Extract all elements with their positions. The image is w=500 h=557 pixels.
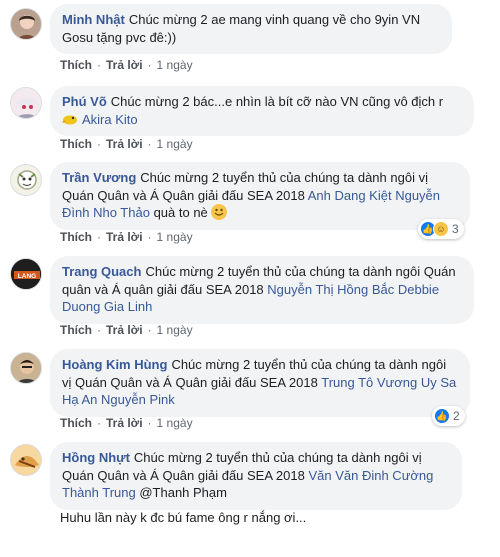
separator: · <box>97 416 101 430</box>
like-button[interactable]: Thích <box>60 58 92 72</box>
like-button[interactable]: Thích <box>60 416 92 430</box>
reply-button[interactable]: Trả lời <box>106 137 143 151</box>
comment-time[interactable]: 1 ngày <box>157 416 193 430</box>
comment-bubble: Hoàng Kim Hùng Chúc mừng 2 tuyển thủ của … <box>50 349 470 417</box>
comment-suffix: @Thanh Phạm <box>139 485 227 500</box>
separator: · <box>147 230 152 244</box>
comment-author[interactable]: Trang Quach <box>62 264 141 279</box>
reply-button[interactable]: Trả lời <box>106 323 143 337</box>
comment-bubble: Phú Võ Chúc mừng 2 bác...e nhìn là bít cỡ… <box>50 86 474 136</box>
reaction-summary[interactable]: 👍 2 <box>432 406 465 426</box>
avatar[interactable] <box>10 164 42 196</box>
avatar[interactable] <box>10 87 42 119</box>
comment-actions: Thích · Trả lời · 1 ngày <box>60 230 193 244</box>
comment-time[interactable]: 1 ngày <box>157 137 193 151</box>
separator: · <box>147 58 152 72</box>
reaction-count: 2 <box>453 409 460 423</box>
comment-bubble: Trang Quach Chúc mừng 2 tuyển thủ của chú… <box>50 256 474 324</box>
like-button[interactable]: Thích <box>60 137 92 151</box>
comment-bubble: Minh Nhật Chúc mừng 2 ae mang vinh quang … <box>50 4 452 54</box>
haha-reaction-icon: ☺ <box>433 221 449 237</box>
tagged-user[interactable]: Akira Kito <box>82 112 138 127</box>
comment-suffix: quà to nè <box>153 205 208 220</box>
comment-actions: Thích · Trả lời · 1 ngày <box>60 416 193 430</box>
avatar[interactable]: LANG <box>10 258 42 290</box>
comment-actions: Thích · Trả lời · 1 ngày <box>60 58 193 72</box>
like-button[interactable]: Thích <box>60 323 92 337</box>
reply-button[interactable]: Trả lời <box>106 416 143 430</box>
separator: · <box>147 323 152 337</box>
separator: · <box>97 137 101 151</box>
avatar-badge: LANG <box>18 273 36 280</box>
comment-bubble: Hồng Nhựt Chúc mừng 2 tuyển thủ của chúng… <box>50 442 462 510</box>
like-button[interactable]: Thích <box>60 230 92 244</box>
sticker-icon <box>62 112 78 126</box>
comment-author[interactable]: Hồng Nhựt <box>62 450 130 465</box>
comment-time[interactable]: 1 ngày <box>157 58 193 72</box>
comment-text: Chúc mừng 2 bác...e nhìn là bít cỡ nào V… <box>110 94 444 109</box>
reaction-summary[interactable]: 👍 ☺ 3 <box>418 219 464 239</box>
smile-emoji-icon <box>211 204 228 220</box>
avatar[interactable] <box>10 8 42 40</box>
avatar[interactable] <box>10 444 42 476</box>
comment-actions: Thích · Trả lời · 1 ngày <box>60 323 193 337</box>
avatar[interactable] <box>10 352 42 384</box>
separator: · <box>97 230 101 244</box>
comment-author[interactable]: Trần Vương <box>62 170 136 185</box>
comment-actions: Thích · Trả lời · 1 ngày <box>60 137 193 151</box>
separator: · <box>147 416 152 430</box>
separator: · <box>97 58 101 72</box>
comment-author[interactable]: Phú Võ <box>62 94 107 109</box>
like-reaction-icon: 👍 <box>434 408 450 424</box>
reply-button[interactable]: Trả lời <box>106 230 143 244</box>
separator: · <box>97 323 101 337</box>
reply-button[interactable]: Trả lời <box>106 58 143 72</box>
reaction-count: 3 <box>452 222 459 236</box>
separator: · <box>147 137 152 151</box>
comment-time[interactable]: 1 ngày <box>157 323 193 337</box>
comment-time[interactable]: 1 ngày <box>157 230 193 244</box>
comment-author[interactable]: Minh Nhật <box>62 12 125 27</box>
comment-author[interactable]: Hoàng Kim Hùng <box>62 357 167 372</box>
comment-continuation: Huhu lần này k đc bú fame ông r nắng ơi.… <box>60 510 307 525</box>
comment-bubble: Trần Vương Chúc mừng 2 tuyển thủ của chún… <box>50 162 470 230</box>
